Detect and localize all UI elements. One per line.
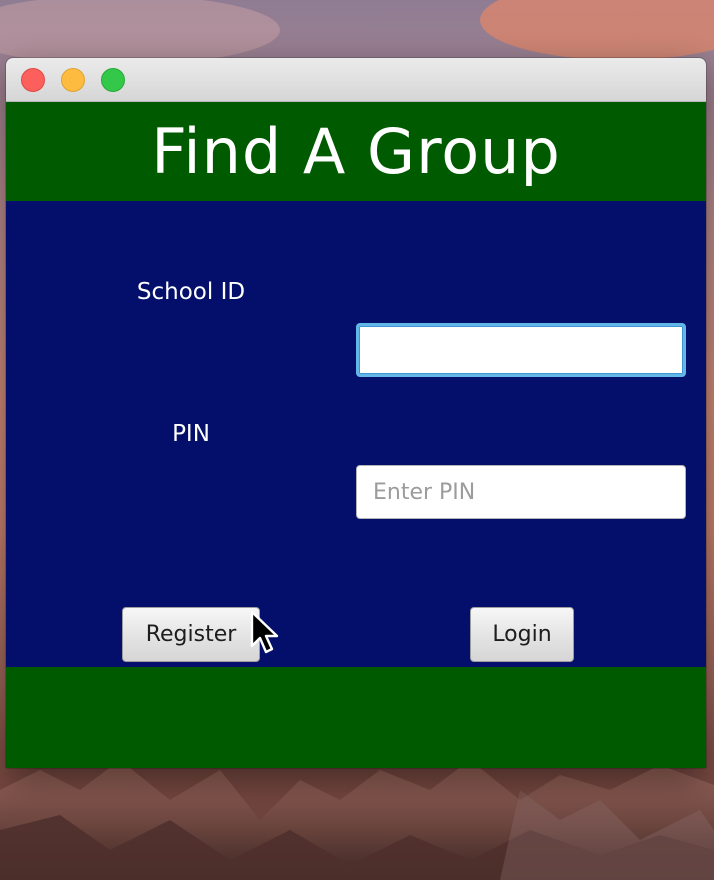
login-button[interactable]: Login	[470, 607, 574, 662]
arrow-cursor-icon	[250, 610, 279, 654]
window-titlebar[interactable]	[6, 58, 706, 102]
minimize-window-button[interactable]	[61, 68, 85, 92]
close-window-button[interactable]	[21, 68, 45, 92]
school-id-label: School ID	[136, 279, 246, 305]
register-button[interactable]: Register	[122, 607, 260, 662]
pin-input[interactable]	[356, 465, 686, 519]
pin-label: PIN	[172, 421, 210, 447]
zoom-window-button[interactable]	[101, 68, 125, 92]
app-window: Find A Group School ID PIN Register Logi…	[6, 58, 706, 768]
login-form: School ID PIN Register Login	[6, 201, 706, 667]
header-banner: Find A Group	[6, 102, 706, 201]
footer-banner	[6, 667, 706, 768]
page-title: Find A Group	[151, 115, 561, 188]
school-id-input[interactable]	[356, 323, 686, 377]
